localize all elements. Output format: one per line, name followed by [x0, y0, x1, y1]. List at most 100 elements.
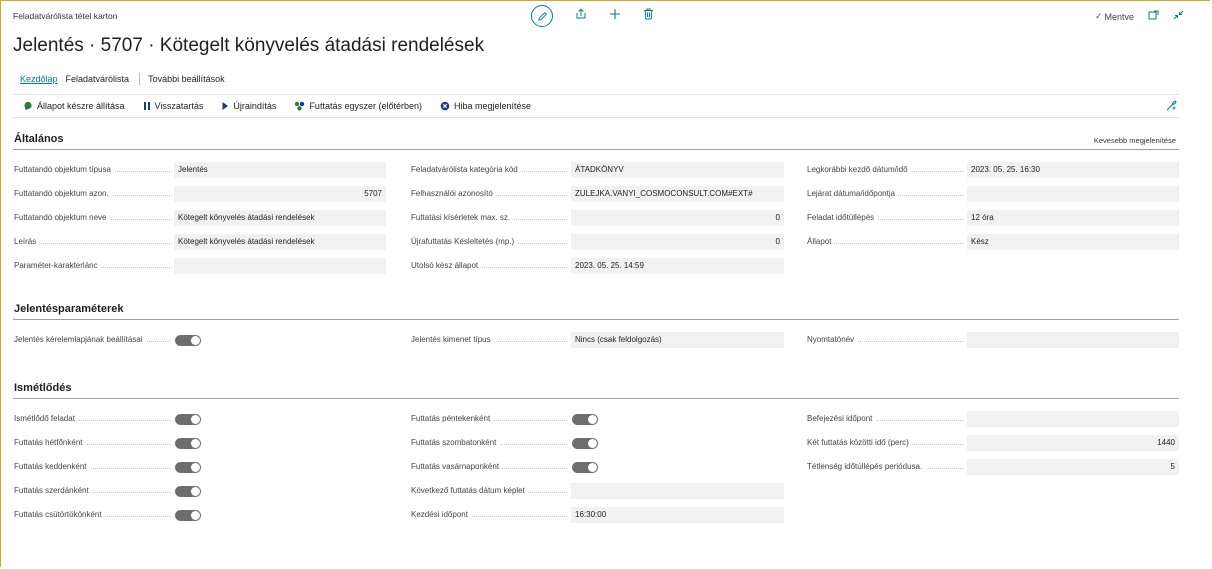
action-bar: Állapot készre állítása Visszatartás Újr…: [13, 94, 1179, 118]
page-title: Jelentés · 5707 · Kötegelt könyvelés áta…: [13, 35, 485, 56]
field-category-code: Feladatvárólista kategória kód ÁTADKÖNYV: [411, 162, 784, 178]
field-inactivity-timeout: Tétlenség időtúllépés periódusa. 5: [807, 459, 1179, 475]
field-value[interactable]: ÁTADKÖNYV: [571, 162, 784, 178]
field-value[interactable]: Kötegelt könyvelés átadási rendelések: [174, 210, 386, 226]
run-wednesday-toggle[interactable]: [175, 485, 201, 497]
field-label: Paraméter-karakterlánc: [14, 261, 101, 270]
personalize-icon[interactable]: [1166, 100, 1177, 114]
field-value[interactable]: 0: [571, 234, 784, 250]
field-value[interactable]: 16:30:00: [571, 507, 784, 523]
set-status-ready-button[interactable]: Állapot készre állítása: [23, 101, 125, 111]
field-run-wednesday: Futtatás szerdánként: [14, 483, 201, 499]
hold-button[interactable]: Visszatartás: [143, 101, 203, 111]
field-label: Tétlenség időtúllépés periódusa.: [807, 462, 926, 471]
section-divider: [13, 319, 1179, 320]
field-label: Jelentés kimenet típus: [411, 335, 494, 344]
field-recurring-job: Ismétlődő feladat: [14, 411, 201, 427]
field-minutes-between-runs: Két futtatás közötti idő (perc) 1440: [807, 435, 1179, 451]
field-parameter-string: Paraméter-karakterlánc: [14, 258, 386, 274]
run-monday-toggle[interactable]: [175, 437, 201, 449]
field-value[interactable]: 12 óra: [967, 210, 1179, 226]
field-value[interactable]: Kész: [967, 234, 1179, 250]
show-error-button[interactable]: Hiba megjelenítése: [440, 101, 531, 111]
field-label: Nyomtatónév: [807, 335, 858, 344]
tab-more-settings[interactable]: További beállítások: [148, 74, 225, 84]
restart-button[interactable]: Újraindítás: [221, 101, 276, 111]
edit-button[interactable]: [531, 5, 553, 27]
run-once-icon: [295, 101, 305, 111]
field-user-id: Felhasználói azonosító ZULEJKA.VANYI_COS…: [411, 186, 784, 202]
field-run-saturday: Futtatás szombatonként: [411, 435, 598, 451]
field-max-attempts: Futtatási kísérletek max. sz. 0: [411, 210, 784, 226]
field-job-timeout: Feladat időtúllépés 12 óra: [807, 210, 1179, 226]
add-icon[interactable]: [609, 5, 621, 27]
field-value[interactable]: [571, 483, 784, 499]
run-thursday-toggle[interactable]: [175, 509, 201, 521]
field-run-friday: Futtatás péntekenként: [411, 411, 598, 427]
section-title-general: Általános: [14, 133, 64, 145]
field-value[interactable]: 2023. 05. 25. 16:30: [967, 162, 1179, 178]
page-frame: Feladatvárólista tétel karton ✓ Mentve J…: [0, 0, 1210, 567]
status-area: ✓ Mentve: [1095, 10, 1184, 23]
share-icon[interactable]: [575, 5, 587, 27]
tab-divider: [139, 73, 141, 85]
section-divider: [13, 149, 1179, 150]
tab-job-queue[interactable]: Feladatvárólista: [66, 74, 130, 84]
field-value[interactable]: [967, 411, 1179, 427]
section-title-report-params: Jelentésparaméterek: [14, 303, 124, 315]
field-label: Állapot: [807, 237, 835, 246]
run-friday-toggle[interactable]: [572, 413, 598, 425]
open-new-window-icon[interactable]: [1148, 10, 1159, 23]
field-label: Futtatandó objektum azon.: [14, 189, 112, 198]
recurring-job-toggle[interactable]: [175, 413, 201, 425]
field-value[interactable]: 0: [571, 210, 784, 226]
show-less-link[interactable]: Kevesebb megjelenítése: [1094, 136, 1176, 145]
field-label: Leírás: [14, 237, 40, 246]
field-value[interactable]: 2023. 05. 25. 14:59: [571, 258, 784, 274]
field-label: Felhasználói azonosító: [411, 189, 496, 198]
field-value[interactable]: [174, 258, 386, 274]
section-divider: [13, 398, 1179, 399]
field-label: Feladat időtúllépés: [807, 213, 878, 222]
field-end-time: Befejezési időpont: [807, 411, 1179, 427]
field-value[interactable]: [967, 186, 1179, 202]
field-value[interactable]: Nincs (csak feldolgozás): [571, 332, 784, 348]
field-value[interactable]: 1440: [967, 435, 1179, 451]
delete-icon[interactable]: [643, 5, 654, 27]
field-value[interactable]: 5707: [174, 186, 386, 202]
field-request-page-settings: Jelentés kérelemlapjának beállításai: [14, 332, 201, 348]
section-title-recurrence: Ismétlődés: [14, 382, 72, 394]
field-run-thursday: Futtatás csütörtökönként: [14, 507, 201, 523]
field-label: Futtatás csütörtökönként: [14, 510, 105, 519]
field-rerun-delay: Újrafuttatás Késleltetés (mp.) 0: [411, 234, 784, 250]
field-status: Állapot Kész: [807, 234, 1179, 250]
field-run-tuesday: Futtatás keddenként: [14, 459, 201, 475]
field-label: Futtatás péntekenként: [411, 414, 494, 423]
field-object-id: Futtatandó objektum azon. 5707: [14, 186, 386, 202]
field-label: Újrafuttatás Késleltetés (mp.): [411, 237, 518, 246]
field-label: Lejárat dátuma/időpontja: [807, 189, 899, 198]
field-start-time: Kezdési időpont 16:30:00: [411, 507, 784, 523]
field-object-name: Futtatandó objektum neve Kötegelt könyve…: [14, 210, 386, 226]
tab-bar: Kezdőlap Feladatvárólista További beállí…: [20, 73, 233, 85]
request-page-toggle[interactable]: [175, 334, 201, 346]
run-tuesday-toggle[interactable]: [175, 461, 201, 473]
field-label: Futtatandó objektum neve: [14, 213, 110, 222]
field-value[interactable]: 5: [967, 459, 1179, 475]
tab-home[interactable]: Kezdőlap: [20, 74, 58, 84]
field-label: Kezdési időpont: [411, 510, 471, 519]
field-label: Futtatandó objektum típusa: [14, 165, 114, 174]
field-value[interactable]: ZULEJKA.VANYI_COSMOCONSULT.COM#EXT#: [571, 186, 784, 202]
pencil-icon: [537, 11, 547, 21]
field-label: Futtatás vasárnaponként: [411, 462, 503, 471]
field-value[interactable]: Kötegelt könyvelés átadási rendelések: [174, 234, 386, 250]
collapse-icon[interactable]: [1173, 10, 1184, 23]
field-description: Leírás Kötegelt könyvelés átadási rendel…: [14, 234, 386, 250]
field-value[interactable]: Jelentés: [174, 162, 386, 178]
run-sunday-toggle[interactable]: [572, 461, 598, 473]
field-expiration: Lejárat dátuma/időpontja: [807, 186, 1179, 202]
run-saturday-toggle[interactable]: [572, 437, 598, 449]
run-once-button[interactable]: Futtatás egyszer (előtérben): [294, 101, 422, 111]
field-output-type: Jelentés kimenet típus Nincs (csak feldo…: [411, 332, 784, 348]
field-value[interactable]: [967, 332, 1179, 348]
